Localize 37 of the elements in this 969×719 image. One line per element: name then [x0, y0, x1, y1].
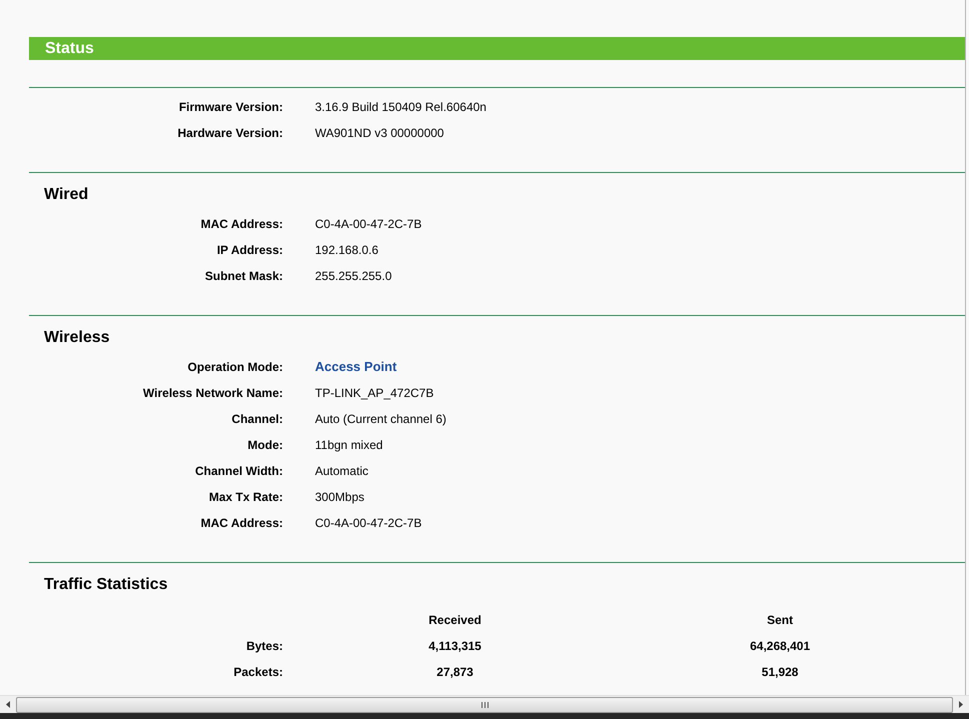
section-heading: Wireless: [43, 328, 111, 348]
field-value: WA901ND v3 00000000: [315, 125, 444, 142]
field-label: Operation Mode:: [186, 359, 283, 376]
column-header: Received: [428, 612, 482, 629]
field-value: 11bgn mixed: [315, 437, 383, 454]
table-cell-text: 4,113,315: [428, 638, 482, 655]
field-value: 192.168.0.6: [315, 242, 378, 259]
field-label: MAC Address:: [200, 515, 283, 532]
row-label: Bytes:: [245, 638, 283, 655]
column-header: Sent: [766, 612, 794, 629]
field-label: Mode:: [246, 437, 283, 454]
field-value: 255.255.255.0: [315, 268, 392, 285]
field-label: Subnet Mask:: [204, 268, 283, 285]
field-label: IP Address:: [216, 242, 283, 259]
section-heading: Traffic Statistics: [43, 575, 169, 595]
table-cell-text: 64,268,401: [748, 638, 812, 655]
field-label: Channel:: [230, 411, 283, 428]
page-title-bar: Status: [29, 37, 965, 60]
field-value: C0-4A-00-47-2C-7B: [315, 216, 422, 233]
field-value: TP-LINK_AP_472C7B: [315, 385, 434, 402]
field-label: Hardware Version:: [176, 125, 283, 142]
field-label: Wireless Network Name:: [142, 385, 283, 402]
table-cell-text: 27,873: [436, 664, 474, 681]
field-value: C0-4A-00-47-2C-7B: [315, 515, 422, 532]
field-label: Max Tx Rate:: [208, 489, 283, 506]
field-value: 300Mbps: [315, 489, 364, 506]
scrollbar-thumb[interactable]: [16, 696, 953, 712]
field-label: Firmware Version:: [178, 99, 283, 116]
field-value: Access Point: [315, 358, 397, 376]
field-value: Auto (Current channel 6): [315, 411, 446, 428]
row-label: Packets:: [232, 664, 283, 681]
field-label: MAC Address:: [200, 216, 283, 233]
field-label: Channel Width:: [194, 463, 283, 480]
field-value: Automatic: [315, 463, 368, 480]
section-heading: Wired: [43, 185, 90, 205]
field-value: 3.16.9 Build 150409 Rel.60640n: [315, 99, 486, 116]
table-cell-text: 51,928: [760, 664, 800, 681]
